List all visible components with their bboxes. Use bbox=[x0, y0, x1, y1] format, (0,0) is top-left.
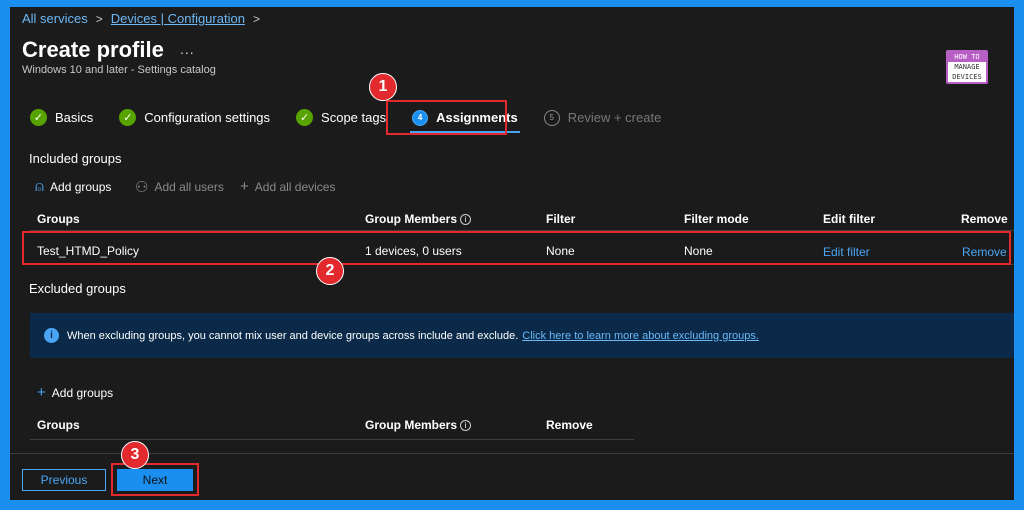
column-header-filter: Filter bbox=[546, 212, 576, 226]
users-icon: ⚇ bbox=[135, 179, 149, 196]
exclusion-info-text: When excluding groups, you cannot mix us… bbox=[67, 329, 519, 342]
excluded-column-header-groups: Groups bbox=[37, 418, 80, 432]
logo-line-3: DEVICES bbox=[948, 72, 986, 82]
logo-line-1: HOW TO bbox=[954, 53, 980, 61]
breadcrumb: All services > Devices | Configuration > bbox=[22, 11, 260, 26]
page-subtitle: Windows 10 and later - Settings catalog bbox=[22, 64, 216, 76]
step-number-icon: 5 bbox=[543, 109, 560, 126]
column-header-filter-mode: Filter mode bbox=[684, 212, 749, 226]
breadcrumb-all-services[interactable]: All services bbox=[22, 11, 88, 26]
plus-icon: + bbox=[240, 178, 249, 195]
add-groups-label: Add groups bbox=[50, 179, 112, 194]
htmd-logo: HOW TO MANAGE DEVICES bbox=[946, 50, 988, 84]
add-all-devices-button[interactable]: + Add all devices bbox=[240, 178, 335, 195]
add-excluded-groups-button[interactable]: + Add groups bbox=[37, 384, 113, 401]
app-frame: All services > Devices | Configuration >… bbox=[10, 7, 1014, 500]
check-circle-icon: ✓ bbox=[296, 109, 314, 126]
column-header-groups: Groups bbox=[37, 212, 80, 226]
step-review-create[interactable]: 5 Review + create bbox=[543, 109, 662, 126]
add-all-users-label: Add all users bbox=[154, 180, 224, 194]
group-row-highlight-box bbox=[22, 231, 1011, 265]
callout-badge-3: 3 bbox=[121, 441, 149, 469]
step-label: Scope tags bbox=[321, 110, 387, 125]
step-basics[interactable]: ✓ Basics bbox=[30, 109, 93, 126]
step-label: Review + create bbox=[567, 110, 662, 125]
excluded-column-header-remove: Remove bbox=[546, 418, 593, 432]
excluded-groups-label: Excluded groups bbox=[29, 281, 126, 296]
exclusion-info-banner: i When excluding groups, you cannot mix … bbox=[30, 313, 1014, 358]
step-scope-tags[interactable]: ✓ Scope tags bbox=[296, 109, 386, 126]
included-groups-label: Included groups bbox=[29, 151, 122, 166]
check-circle-icon: ✓ bbox=[30, 109, 47, 126]
logo-line-2: MANAGE bbox=[948, 62, 986, 72]
add-all-users-button[interactable]: ⚇ Add all users bbox=[135, 178, 224, 196]
excluded-table-divider bbox=[30, 439, 634, 440]
step-label: Basics bbox=[55, 110, 94, 125]
column-header-remove: Remove bbox=[961, 212, 1008, 226]
step-configuration-settings[interactable]: ✓ Configuration settings bbox=[119, 109, 270, 126]
learn-more-link[interactable]: Click here to learn more about excluding… bbox=[522, 330, 759, 342]
info-icon[interactable]: i bbox=[460, 214, 472, 226]
page-title: Create profile bbox=[22, 37, 164, 62]
column-header-group-members: Group Members i bbox=[365, 212, 472, 226]
assignments-highlight-box bbox=[386, 100, 507, 135]
step-label: Configuration settings bbox=[144, 110, 271, 125]
previous-button[interactable]: Previous bbox=[22, 469, 106, 491]
wizard-steps: ✓ Basics ✓ Configuration settings ✓ Scop… bbox=[30, 109, 687, 133]
chevron-right-icon: > bbox=[95, 11, 103, 26]
excluded-column-header-group-members: Group Members i bbox=[365, 418, 472, 432]
callout-badge-2: 2 bbox=[316, 257, 344, 285]
footer-divider bbox=[10, 453, 1014, 454]
add-person-icon: ⍝ bbox=[35, 178, 45, 195]
add-all-devices-label: Add all devices bbox=[254, 179, 336, 194]
add-groups-button[interactable]: ⍝ Add groups bbox=[35, 178, 111, 195]
group-members-header-label: Group Members bbox=[365, 212, 458, 226]
next-highlight-box bbox=[111, 463, 199, 496]
more-options-icon[interactable]: ... bbox=[180, 41, 195, 57]
check-circle-icon: ✓ bbox=[119, 109, 137, 126]
breadcrumb-devices-configuration[interactable]: Devices | Configuration bbox=[111, 11, 245, 26]
info-icon[interactable]: i bbox=[460, 420, 472, 432]
callout-badge-1: 1 bbox=[369, 73, 397, 101]
info-icon: i bbox=[44, 328, 59, 343]
plus-icon: + bbox=[37, 384, 46, 401]
column-header-edit-filter: Edit filter bbox=[823, 212, 876, 226]
chevron-right-icon: > bbox=[252, 11, 260, 26]
excluded-group-members-header-label: Group Members bbox=[365, 418, 458, 432]
add-excluded-groups-label: Add groups bbox=[51, 385, 114, 400]
